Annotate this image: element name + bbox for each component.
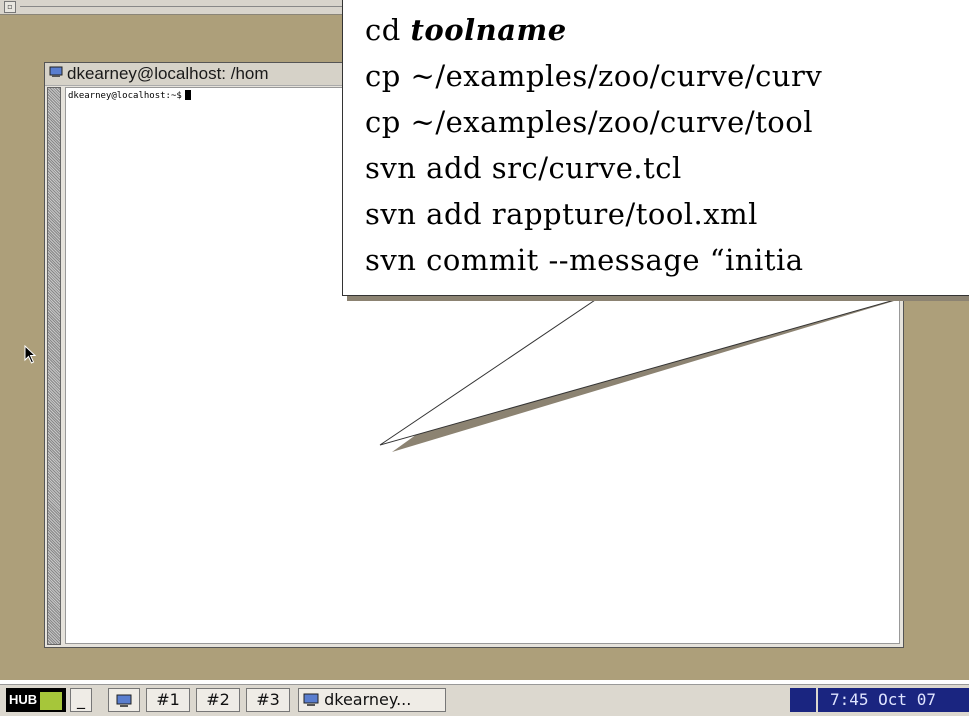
callout-box: cd toolname cp ~/examples/zoo/curve/curv c… <box>342 0 969 296</box>
text-cursor <box>184 90 191 100</box>
command-text: cp ~/examples/zoo/curve/curv <box>365 59 823 93</box>
prompt-text: dkearney@localhost:~$ <box>68 91 182 101</box>
desktop-3-button[interactable]: #3 <box>246 688 290 712</box>
show-desktop-button[interactable] <box>108 688 140 712</box>
hub-logo[interactable]: HUB <box>6 688 66 712</box>
desktop: ▫ dkearney@localhost: /hom dkearney@loca… <box>0 0 969 680</box>
clock[interactable]: 7:45 Oct 07 <box>818 688 969 712</box>
command-placeholder: toolname <box>410 13 567 47</box>
terminal-prompt: dkearney@localhost:~$ <box>68 90 191 101</box>
terminal-icon <box>303 693 319 706</box>
command-line: svn commit --message “initia <box>365 237 822 283</box>
command-line: cd toolname <box>365 7 822 53</box>
minimize-all-button[interactable]: _ <box>70 688 92 712</box>
command-line: svn add src/curve.tcl <box>365 145 822 191</box>
desktop-2-button[interactable]: #2 <box>196 688 240 712</box>
hub-logo-text: HUB <box>9 692 38 707</box>
clock-spacer <box>790 688 816 712</box>
terminal-icon <box>49 66 63 77</box>
mouse-pointer-icon <box>24 345 37 364</box>
taskbar-window-button[interactable]: dkearney... <box>298 688 446 712</box>
command-text: cp ~/examples/zoo/curve/tool <box>365 105 813 139</box>
desktop-1-button[interactable]: #1 <box>146 688 190 712</box>
computer-icon <box>116 694 132 707</box>
terminal-scrollbar[interactable] <box>47 87 61 645</box>
command-line: cp ~/examples/zoo/curve/curv <box>365 53 822 99</box>
command-text: cd <box>365 13 411 47</box>
terminal-title: dkearney@localhost: /hom <box>67 64 269 83</box>
command-list: cd toolname cp ~/examples/zoo/curve/curv c… <box>365 7 822 283</box>
taskbar: HUB _ #1 #2 #3 dkearney... 7:45 Oct 07 <box>0 684 969 716</box>
command-text: svn commit --message “initia <box>365 243 804 277</box>
taskbar-window-label: dkearney... <box>324 690 412 709</box>
window-menu-button[interactable]: ▫ <box>4 1 16 13</box>
command-line: svn add rappture/tool.xml <box>365 191 822 237</box>
hub-logo-mark <box>40 691 63 710</box>
command-text: svn add rappture/tool.xml <box>365 197 758 231</box>
command-line: cp ~/examples/zoo/curve/tool <box>365 99 822 145</box>
command-text: svn add src/curve.tcl <box>365 151 682 185</box>
